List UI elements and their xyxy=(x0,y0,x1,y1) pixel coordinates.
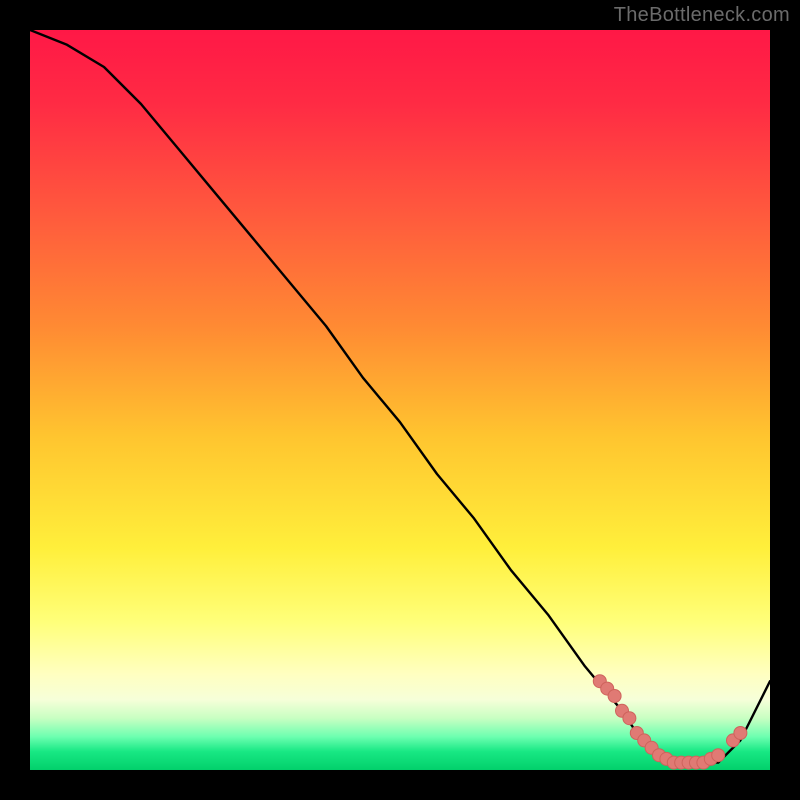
marker-point xyxy=(712,749,725,762)
marker-point xyxy=(608,690,621,703)
chart-frame: TheBottleneck.com xyxy=(0,0,800,800)
marker-point xyxy=(623,712,636,725)
marker-point xyxy=(734,727,747,740)
watermark-label: TheBottleneck.com xyxy=(614,4,790,27)
chart-svg xyxy=(30,30,770,770)
plot-area xyxy=(30,30,770,770)
gradient-background xyxy=(30,30,770,770)
